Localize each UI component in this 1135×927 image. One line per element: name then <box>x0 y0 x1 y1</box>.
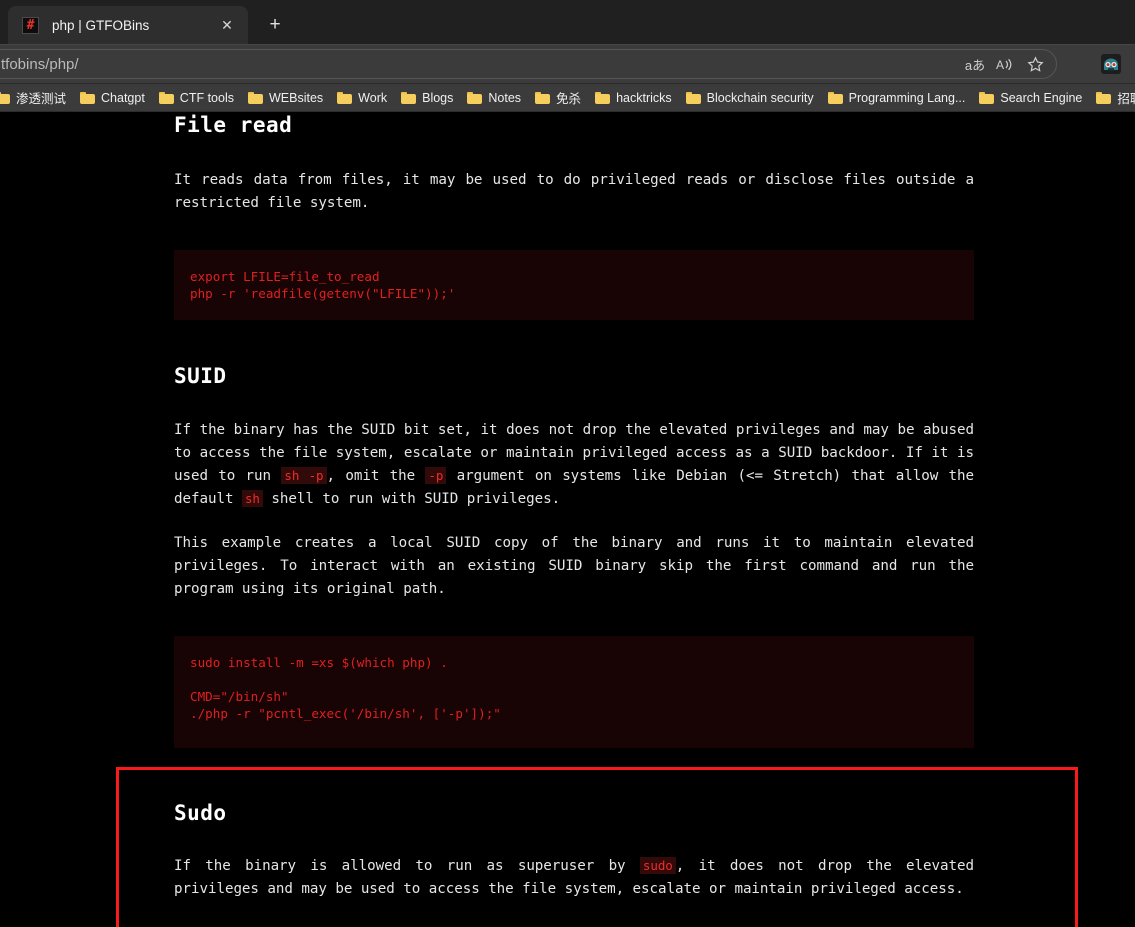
code-block-suid[interactable]: sudo install -m =xs $(which php) . CMD="… <box>174 636 974 749</box>
bookmark-item[interactable]: 免杀 <box>528 87 588 109</box>
inline-code-sh: sh <box>241 489 263 507</box>
folder-icon <box>979 91 995 104</box>
bookmark-label: Programming Lang... <box>848 90 966 105</box>
folder-icon <box>80 91 96 104</box>
folder-icon <box>247 91 263 104</box>
new-tab-button[interactable]: + <box>258 8 292 42</box>
browser-tab[interactable]: # php | GTFOBins ✕ <box>8 6 248 44</box>
sudo-text-a: If the binary is allowed to run as super… <box>174 858 640 875</box>
folder-icon <box>0 91 10 104</box>
sudo-paragraph: If the binary is allowed to run as super… <box>174 855 974 900</box>
hash-favicon: # <box>22 16 39 34</box>
bookmark-item[interactable]: Chatgpt <box>73 87 152 109</box>
bookmark-label: hacktricks <box>616 90 672 105</box>
bookmark-item[interactable]: CTF tools <box>152 87 241 109</box>
folder-icon <box>467 91 483 104</box>
folder-icon <box>595 91 611 104</box>
omnibox[interactable]: tfobins/php/ aあ A <box>0 49 1057 79</box>
section-heading-sudo: Sudo <box>174 801 227 826</box>
url-text[interactable]: tfobins/php/ <box>1 56 960 73</box>
folder-icon <box>535 91 551 104</box>
bookmark-item[interactable]: 招聘 <box>1089 87 1135 109</box>
inline-code-sudo: sudo <box>639 857 676 875</box>
bookmark-label: 免杀 <box>556 92 582 106</box>
bookmark-item[interactable]: Blockchain security <box>679 87 821 109</box>
favorite-star-icon[interactable] <box>1020 51 1050 77</box>
folder-icon <box>827 91 843 104</box>
bookmark-item[interactable]: Work <box>330 87 394 109</box>
browser-window: # php | GTFOBins ✕ + tfobins/php/ aあ A 渗… <box>0 0 1135 927</box>
suid-paragraph-2: This example creates a local SUID copy o… <box>174 535 974 597</box>
profile-avatar[interactable] <box>1097 50 1125 78</box>
bookmark-label: Chatgpt <box>101 90 145 105</box>
folder-icon <box>401 91 417 104</box>
bookmark-label: 渗透测试 <box>16 92 67 106</box>
bookmark-item[interactable]: hacktricks <box>588 87 679 109</box>
inline-code-dash-p: -p <box>425 466 447 484</box>
bookmark-label: Search Engine <box>1000 90 1083 105</box>
bookmark-label: Blockchain security <box>706 90 814 105</box>
suid-p1-text-d: shell to run with SUID privileges. <box>262 490 561 507</box>
bookmark-item[interactable]: Programming Lang... <box>821 87 973 109</box>
bookmark-label: Notes <box>488 90 522 105</box>
inline-code-sh-p: sh -p <box>281 466 327 484</box>
svg-text:A: A <box>996 58 1004 72</box>
suid-paragraph-1: If the binary has the SUID bit set, it d… <box>174 419 974 510</box>
bookmark-label: CTF tools <box>179 90 234 105</box>
bookmark-item[interactable]: WEBsites <box>241 87 330 109</box>
bookmark-item[interactable]: Notes <box>460 87 528 109</box>
tab-title: php | GTFOBins <box>52 17 150 33</box>
page-viewport: File read It reads data from files, it m… <box>0 113 1135 927</box>
bookmark-item[interactable]: Search Engine <box>972 87 1089 109</box>
suid-p1-text-b: , omit the <box>326 467 426 484</box>
bookmark-label: Work <box>358 90 388 105</box>
folder-icon <box>337 91 353 104</box>
bookmark-label: WEBsites <box>268 90 324 105</box>
tab-strip: # php | GTFOBins ✕ + <box>0 0 1135 44</box>
bookmarks-bar: 渗透测试 Chatgpt CTF tools WEBsites Work Blo… <box>0 84 1135 112</box>
section-heading-suid: SUID <box>174 364 227 389</box>
bookmark-item[interactable]: 渗透测试 <box>0 87 73 109</box>
section-heading-file-read: File read <box>174 113 293 137</box>
bookmark-label: Blogs <box>422 90 454 105</box>
favicon-glyph: # <box>26 17 35 33</box>
code-block-file-read[interactable]: export LFILE=file_to_read php -r 'readfi… <box>174 250 974 321</box>
close-icon[interactable]: ✕ <box>216 14 238 36</box>
file-read-paragraph: It reads data from files, it may be used… <box>174 172 974 211</box>
folder-icon <box>685 91 701 104</box>
page-content: File read It reads data from files, it m… <box>174 113 974 927</box>
read-aloud-icon[interactable]: A <box>990 51 1020 77</box>
bookmark-label: 招聘 <box>1117 92 1135 106</box>
folder-icon <box>1096 91 1112 104</box>
translate-icon[interactable]: aあ <box>960 51 990 77</box>
folder-icon <box>158 91 174 104</box>
bookmark-item[interactable]: Blogs <box>394 87 460 109</box>
address-bar-row: tfobins/php/ aあ A <box>0 44 1135 84</box>
